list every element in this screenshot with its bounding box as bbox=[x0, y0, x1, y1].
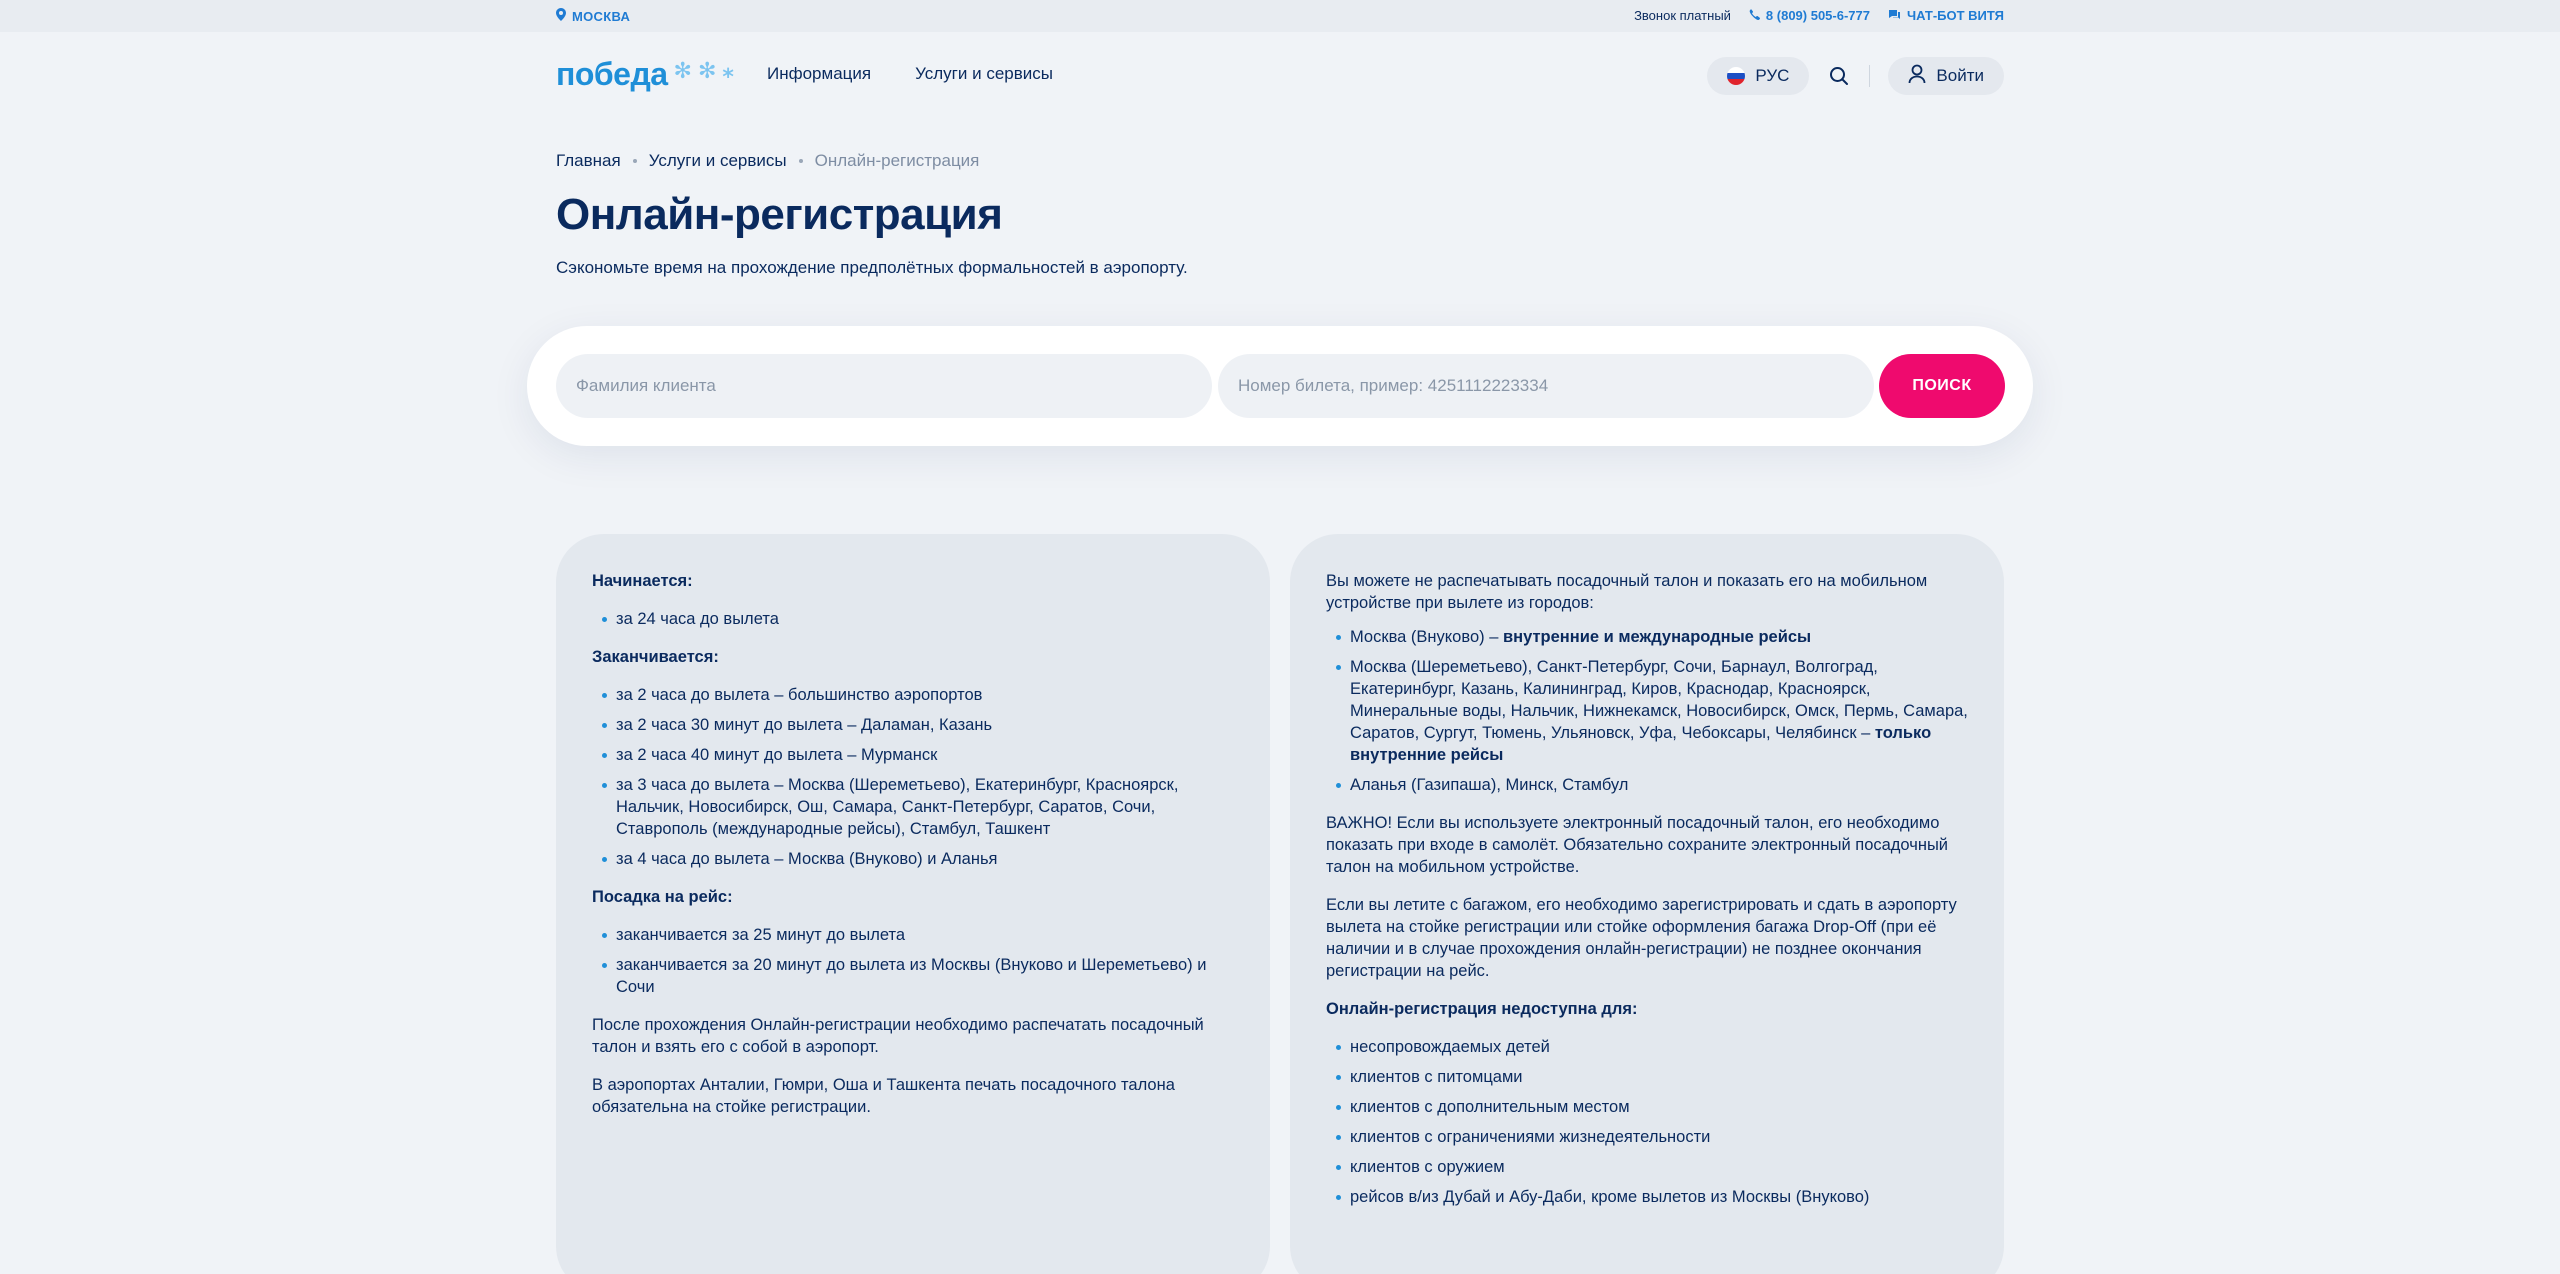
breadcrumb: Главная Услуги и сервисы Онлайн-регистра… bbox=[556, 151, 979, 171]
language-selector[interactable]: РУС bbox=[1707, 57, 1810, 95]
nav-item-info[interactable]: Информация bbox=[767, 64, 871, 84]
ends-list: за 2 часа до вылета – большинство аэропо… bbox=[592, 684, 1234, 870]
ends-heading: Заканчивается: bbox=[592, 648, 719, 666]
chat-icon bbox=[1888, 8, 1901, 23]
logo-text: победа bbox=[556, 56, 668, 92]
breadcrumb-separator bbox=[798, 159, 803, 163]
city-label: МОСКВА bbox=[572, 8, 631, 24]
unavailable-list: несопровождаемых детей клиентов с питомц… bbox=[1326, 1036, 1968, 1208]
checkin-times-card: Начинается: за 24 часа до вылета Заканчи… bbox=[556, 534, 1270, 1274]
page-title: Онлайн-регистрация bbox=[556, 190, 1003, 239]
list-item: за 4 часа до вылета – Москва (Внуково) и… bbox=[592, 848, 1234, 870]
list-item: Москва (Шереметьево), Санкт-Петербург, С… bbox=[1326, 656, 1968, 766]
list-item: за 3 часа до вылета – Москва (Шереметьев… bbox=[592, 774, 1234, 840]
list-item: заканчивается за 25 минут до вылета bbox=[592, 924, 1234, 946]
list-item: рейсов в/из Дубай и Абу-Даби, кроме выле… bbox=[1326, 1186, 1968, 1208]
search-button[interactable]: ПОИСК bbox=[1879, 354, 2005, 418]
list-item: за 2 часа 30 минут до вылета – Даламан, … bbox=[592, 714, 1234, 736]
location-pin-icon bbox=[556, 8, 566, 24]
important-paragraph: ВАЖНО! Если вы используете электронный п… bbox=[1326, 814, 1949, 876]
surname-input[interactable] bbox=[556, 354, 1212, 418]
boarding-heading: Посадка на рейс: bbox=[592, 888, 733, 906]
paid-call-label: Звонок платный bbox=[1634, 8, 1731, 23]
list-item: клиентов с питомцами bbox=[1326, 1066, 1968, 1088]
list-item: клиентов с дополнительным местом bbox=[1326, 1096, 1968, 1118]
list-item: за 24 часа до вылета bbox=[592, 608, 1234, 630]
list-item: заканчивается за 20 минут до вылета из М… bbox=[592, 954, 1234, 998]
phone-number: 8 (809) 505-6-777 bbox=[1765, 8, 1870, 23]
search-icon[interactable] bbox=[1827, 64, 1851, 88]
starts-heading: Начинается: bbox=[592, 572, 693, 590]
list-item: клиентов с оружием bbox=[1326, 1156, 1968, 1178]
nav-item-services[interactable]: Услуги и сервисы bbox=[915, 64, 1053, 84]
chatbot-link[interactable]: ЧАТ-БОТ ВИТЯ bbox=[1888, 8, 2004, 23]
breadcrumb-services[interactable]: Услуги и сервисы bbox=[649, 151, 787, 171]
starts-list: за 24 часа до вылета bbox=[592, 608, 1234, 630]
baggage-paragraph: Если вы летите с багажом, его необходимо… bbox=[1326, 896, 1957, 980]
header-divider bbox=[1869, 65, 1871, 87]
phone-icon bbox=[1749, 8, 1760, 23]
phone-link[interactable]: 8 (809) 505-6-777 bbox=[1749, 8, 1870, 23]
breadcrumb-separator bbox=[632, 159, 637, 163]
page-subtitle: Сэкономьте время на прохождение предполё… bbox=[556, 258, 1188, 277]
language-label: РУС bbox=[1755, 66, 1790, 85]
list-item: Москва (Внуково) – внутренние и междунар… bbox=[1326, 626, 1968, 648]
unavailable-heading: Онлайн-регистрация недоступна для: bbox=[1326, 1000, 1638, 1018]
login-button[interactable]: Войти bbox=[1888, 57, 2004, 95]
chat-label: ЧАТ-БОТ ВИТЯ bbox=[1907, 8, 2004, 23]
airports-print-paragraph: В аэропортах Анталии, Гюмри, Оша и Ташке… bbox=[592, 1076, 1175, 1116]
snowflake-icon: ✻✻⁎ bbox=[673, 57, 740, 83]
city-selector[interactable]: МОСКВА bbox=[556, 8, 630, 24]
print-info-paragraph: После прохождения Онлайн-регистрации нео… bbox=[592, 1016, 1204, 1056]
russia-flag-icon bbox=[1727, 67, 1746, 85]
top-bar: МОСКВА Звонок платный 8 (809) 505-6-777 … bbox=[0, 0, 2560, 32]
breadcrumb-current: Онлайн-регистрация bbox=[814, 151, 980, 170]
boarding-list: заканчивается за 25 минут до вылета зака… bbox=[592, 924, 1234, 998]
mobile-cities-list: Москва (Внуково) – внутренние и междунар… bbox=[1326, 626, 1968, 796]
breadcrumb-home[interactable]: Главная bbox=[556, 151, 621, 171]
user-icon bbox=[1908, 64, 1926, 89]
list-item: несопровождаемых детей bbox=[1326, 1036, 1968, 1058]
pobeda-logo[interactable]: победа ✻✻⁎ bbox=[556, 56, 740, 93]
checkin-search-form: ПОИСК bbox=[527, 326, 2033, 446]
login-label: Войти bbox=[1936, 66, 1984, 85]
main-nav: Информация Услуги и сервисы bbox=[767, 64, 1053, 84]
ticket-number-input[interactable] bbox=[1218, 354, 1874, 418]
mobile-intro-paragraph: Вы можете не распечатывать посадочный та… bbox=[1326, 572, 1928, 612]
mobile-boarding-card: Вы можете не распечатывать посадочный та… bbox=[1290, 534, 2004, 1274]
list-item: за 2 часа 40 минут до вылета – Мурманск bbox=[592, 744, 1234, 766]
list-item: за 2 часа до вылета – большинство аэропо… bbox=[592, 684, 1234, 706]
list-item: Аланья (Газипаша), Минск, Стамбул bbox=[1326, 774, 1968, 796]
list-item: клиентов с ограничениями жизнедеятельнос… bbox=[1326, 1126, 1968, 1148]
